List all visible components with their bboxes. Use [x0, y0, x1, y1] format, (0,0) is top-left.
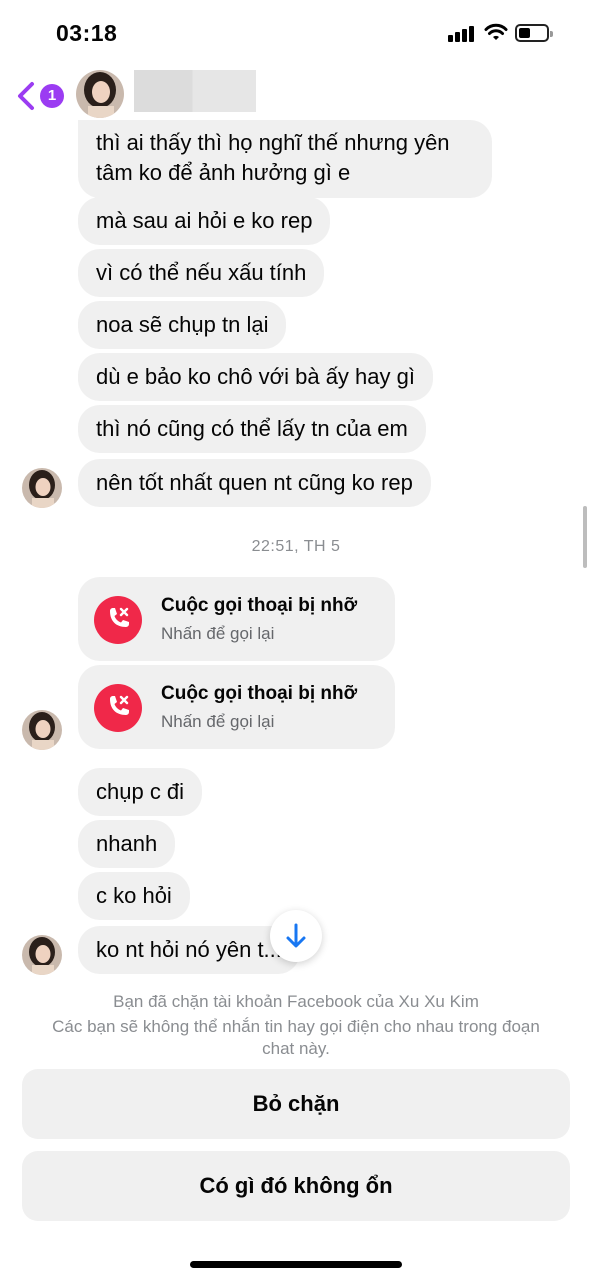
missed-call-subtitle: Nhấn để gọi lại: [161, 712, 275, 731]
wifi-icon: [484, 23, 508, 40]
sender-avatar[interactable]: [22, 710, 62, 750]
scroll-indicator[interactable]: [583, 506, 587, 568]
unread-count-badge: 1: [40, 84, 64, 108]
blocked-notice-description: Các bạn sẽ không thể nhắn tin hay gọi đi…: [52, 1017, 540, 1058]
message-bubble[interactable]: nên tốt nhất quen nt cũng ko rep: [78, 459, 431, 507]
sender-avatar[interactable]: [22, 935, 62, 975]
message-bubble[interactable]: thì ai thấy thì họ nghĩ thế nhưng yên tâ…: [78, 120, 492, 198]
status-time: 03:18: [56, 20, 118, 46]
message-timestamp: 22:51, TH 5: [251, 538, 341, 555]
message-bubble[interactable]: noa sẽ chụp tn lại: [78, 301, 287, 349]
contact-avatar[interactable]: [76, 70, 124, 118]
message-bubble[interactable]: chụp c đi: [78, 768, 203, 816]
report-problem-button[interactable]: Có gì đó không ổn: [22, 1151, 570, 1221]
arrow-down-icon: [286, 923, 306, 948]
chevron-left-icon: [18, 82, 34, 110]
home-indicator[interactable]: [190, 1261, 402, 1268]
status-bar: 03:18: [0, 0, 592, 64]
message-bubble[interactable]: ko nt hỏi nó yên t...: [78, 926, 300, 974]
missed-call-card[interactable]: Cuộc gọi thoại bị nhỡ Nhấn để gọi lại: [78, 665, 395, 749]
missed-call-icon: [94, 596, 142, 644]
missed-call-title: Cuộc gọi thoại bị nhỡ: [161, 595, 358, 616]
message-bubble[interactable]: nhanh: [78, 820, 176, 868]
contact-name-redacted: [134, 70, 256, 112]
missed-call-subtitle: Nhấn để gọi lại: [161, 624, 275, 643]
message-bubble[interactable]: c ko hỏi: [78, 872, 190, 920]
message-bubble[interactable]: thì nó cũng có thể lấy tn của em: [78, 405, 426, 453]
message-bubble[interactable]: vì có thể nếu xấu tính: [78, 249, 325, 297]
sender-avatar[interactable]: [22, 468, 62, 508]
scroll-to-bottom-button[interactable]: [270, 910, 322, 962]
missed-call-icon: [94, 684, 142, 732]
unblock-button[interactable]: Bỏ chặn: [22, 1069, 570, 1139]
blocked-notice-title: Bạn đã chặn tài khoản Facebook của Xu Xu…: [113, 992, 479, 1011]
message-bubble[interactable]: mà sau ai hỏi e ko rep: [78, 197, 331, 245]
missed-call-card[interactable]: Cuộc gọi thoại bị nhỡ Nhấn để gọi lại: [78, 577, 395, 661]
message-list[interactable]: thì ai thấy thì họ nghĩ thế nhưng yên tâ…: [0, 120, 592, 980]
back-button[interactable]: 1: [14, 78, 64, 114]
message-bubble[interactable]: dù e bảo ko chô với bà ấy hay gì: [78, 353, 433, 401]
missed-call-title: Cuộc gọi thoại bị nhỡ: [161, 683, 358, 704]
battery-icon: [515, 24, 553, 42]
cellular-signal-icon: [448, 26, 476, 42]
